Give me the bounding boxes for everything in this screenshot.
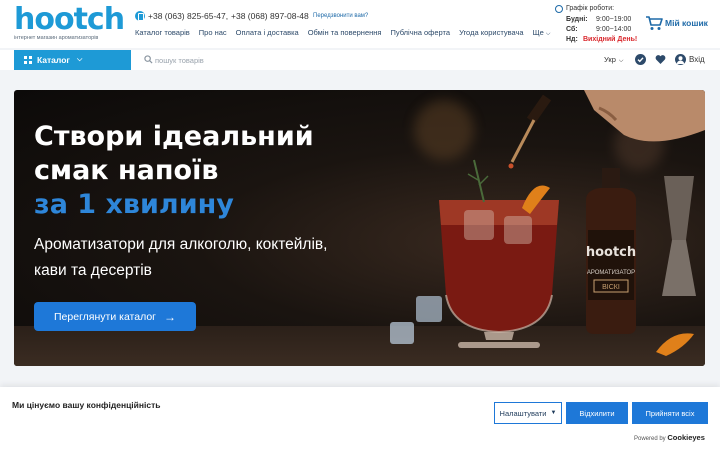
login-link[interactable]: Вхід	[689, 55, 705, 64]
cookie-banner: Ми цінуємо вашу конфіденційність Налашту…	[0, 387, 720, 450]
nav-item-about[interactable]: Про нас	[199, 28, 227, 38]
cookie-accept-button[interactable]: Прийняти всіх	[632, 402, 708, 424]
hero-subtitle: Ароматизатори для алкоголю, коктейлів, к…	[34, 232, 327, 284]
nav-item-more[interactable]: Ще ⌵	[533, 28, 551, 38]
schedule-row: Нд: Вихідний День!	[566, 36, 637, 43]
hero-subtitle-line: кави та десертів	[34, 262, 152, 279]
nav-more-label: Ще	[532, 28, 544, 37]
main-nav: Каталог товарів Про нас Оплата і доставк…	[135, 28, 559, 38]
phone-number-1[interactable]: +38 (063) 825-65-47,	[148, 11, 228, 21]
catalog-button-label: Каталог	[37, 55, 70, 65]
nav-item-payment-delivery[interactable]: Оплата і доставка	[236, 28, 299, 38]
logo-tagline: інтернет магазин ароматизаторів	[14, 35, 99, 41]
caret-down-icon: ▼	[550, 410, 557, 416]
phone-number-2[interactable]: +38 (068) 897-08-48	[231, 11, 309, 21]
chevron-down-icon: ⌵	[545, 31, 551, 37]
nav-item-returns[interactable]: Обмін та повернення	[308, 28, 382, 38]
phone-icon	[135, 11, 145, 21]
schedule-time: 9:00−19:00	[596, 16, 632, 23]
view-catalog-button[interactable]: Переглянути каталог →	[34, 302, 196, 331]
view-catalog-label: Переглянути каталог	[54, 310, 156, 323]
hero-subtitle-line: Ароматизатори для алкоголю, коктейлів,	[34, 236, 328, 253]
chevron-down-icon: ⌵	[76, 56, 83, 63]
hero-title-line: смак напоїв	[34, 155, 219, 186]
powered-brand: Cookieyes	[667, 433, 705, 442]
schedule-day: Сб:	[566, 26, 578, 33]
schedule-time-day-off: Вихідний День!	[583, 36, 638, 43]
compare-check-icon[interactable]	[635, 54, 646, 65]
catalog-button[interactable]: Каталог ⌵	[14, 50, 131, 70]
schedule-time: 9:00−14:00	[596, 26, 632, 33]
user-icon[interactable]	[675, 54, 686, 65]
arrow-right-icon: →	[164, 309, 176, 324]
bottle-brand-text: hootch	[586, 245, 636, 260]
language-label: Укр	[604, 55, 616, 64]
hero-product-illustration: hootch АРОМАТИЗАТОР ВІСКІ	[390, 90, 705, 356]
language-select[interactable]: Укр ⌵	[604, 55, 623, 65]
nav-item-user-agreement[interactable]: Угода користувача	[459, 28, 524, 38]
hero-title-accent: за 1 хвилину	[34, 189, 234, 220]
logo-wordmark: hootch	[14, 2, 125, 37]
cookie-settings-label: Налаштувати	[499, 408, 547, 418]
cart-link[interactable]: Мій кошик	[665, 18, 708, 28]
schedule-day: Будні:	[566, 16, 588, 23]
bottle-label-text: АРОМАТИЗАТОР	[587, 270, 635, 276]
bottle-flavor-text: ВІСКІ	[602, 284, 620, 291]
schedule-row: Будні: 9:00−19:00	[566, 16, 631, 23]
cookie-settings-button[interactable]: Налаштувати ▼	[494, 402, 562, 424]
nav-item-catalog[interactable]: Каталог товарів	[135, 28, 190, 38]
search-icon	[144, 55, 153, 64]
hero-title: Створи ідеальний смак напоїв за 1 хвилин…	[34, 120, 314, 222]
page: hootch інтернет магазин ароматизаторів +…	[0, 0, 720, 450]
grid-icon	[24, 56, 32, 64]
schedule-row: Сб: 9:00−14:00	[566, 26, 631, 33]
cart-icon[interactable]	[645, 15, 663, 31]
cookie-reject-button[interactable]: Відхилити	[566, 402, 628, 424]
cookie-message: Ми цінуємо вашу конфіденційність	[12, 400, 161, 410]
clock-icon	[555, 5, 563, 13]
site-header: hootch інтернет магазин ароматизаторів +…	[0, 0, 720, 48]
site-logo[interactable]: hootch інтернет магазин ароматизаторів	[14, 2, 125, 46]
chevron-down-icon: ⌵	[618, 58, 624, 64]
search-input[interactable]	[155, 52, 545, 68]
callback-link[interactable]: Передзвонити вам?	[313, 13, 368, 19]
powered-by[interactable]: Powered by Cookieyes	[634, 433, 705, 442]
nav-item-public-offer[interactable]: Публічна оферта	[390, 28, 450, 38]
schedule-day: Нд:	[566, 36, 578, 43]
schedule-title: Графік роботи:	[566, 5, 615, 12]
powered-prefix: Powered by	[634, 436, 666, 442]
heart-icon[interactable]	[655, 54, 666, 65]
hero-title-line: Створи ідеальний	[34, 121, 314, 152]
hero-banner[interactable]: hootch АРОМАТИЗАТОР ВІСКІ Створи ідеальн…	[14, 90, 705, 366]
